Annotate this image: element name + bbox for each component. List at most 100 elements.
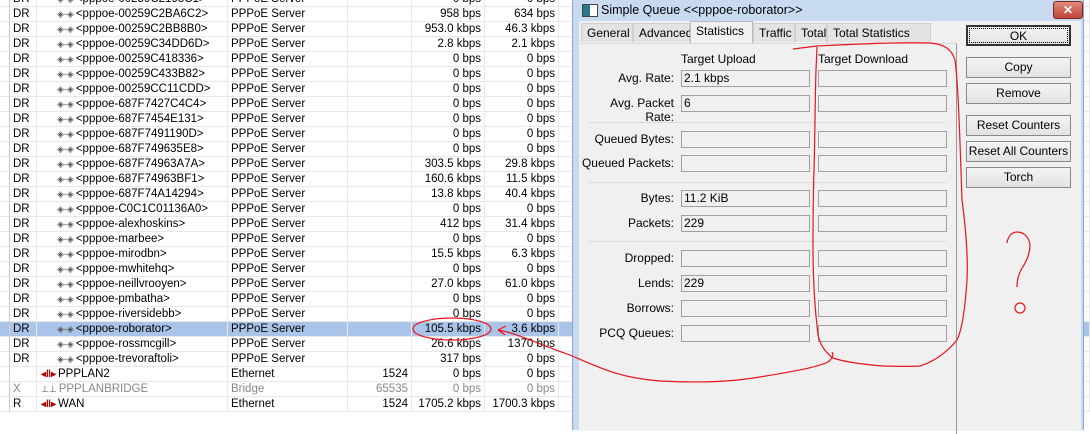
- separator: [589, 182, 946, 183]
- borrows-upload-field[interactable]: [681, 300, 810, 317]
- rx-rate-cell: 0 bps: [485, 142, 559, 157]
- pppoe-icon: ◈-◈: [57, 189, 74, 199]
- rx-rate-cell: 0 bps: [485, 367, 559, 382]
- rx-rate-cell: 0 bps: [485, 292, 559, 307]
- type-cell: PPPoE Server: [228, 22, 348, 37]
- interface-name: <pppoe-neillvrooyen>: [75, 278, 187, 290]
- tab-total-statistics[interactable]: Total Statistics: [827, 23, 931, 42]
- hidden-columns: [1084, 22, 1090, 37]
- name-cell: ◈-◈ <pppoe-687F749635E8>: [37, 142, 228, 157]
- interface-name: <pppoe-687F7427C4C4>: [75, 98, 207, 110]
- mtu-cell: [348, 307, 412, 322]
- type-cell: PPPoE Server: [228, 337, 348, 352]
- torch-button[interactable]: Torch: [966, 167, 1071, 188]
- tab-general[interactable]: General: [581, 23, 633, 42]
- ok-button[interactable]: OK: [966, 25, 1071, 46]
- rx-rate-cell: 0 bps: [485, 97, 559, 112]
- window-icon: [582, 4, 598, 17]
- type-cell: PPPoE Server: [228, 232, 348, 247]
- bytes-download-field[interactable]: [818, 190, 947, 207]
- hidden-columns: [1084, 127, 1090, 142]
- name-cell: ◈-◈ <pppoe-roborator>: [37, 322, 228, 337]
- dialog-body: General Advanced Statistics Traffic Total Tot…: [579, 21, 1081, 434]
- type-cell: PPPoE Server: [228, 157, 348, 172]
- rx-rate-cell: 0 bps: [485, 262, 559, 277]
- title-bar[interactable]: Simple Queue <<pppoe-roborator>> ✕: [573, 0, 1083, 20]
- interface-name: <pppoe-rossmcgill>: [75, 338, 177, 350]
- hidden-columns: [1084, 142, 1090, 157]
- tab-statistics[interactable]: Statistics: [690, 21, 753, 44]
- name-cell: ⊥⊥ PPPLANBRIDGE: [37, 382, 228, 397]
- reset-all-counters-button[interactable]: Reset All Counters: [966, 141, 1071, 162]
- tab-total[interactable]: Total: [795, 23, 827, 42]
- tx-rate-cell: 303.5 kbps: [412, 157, 485, 172]
- tab-traffic[interactable]: Traffic: [753, 23, 795, 42]
- name-cell: ◈-◈ <pppoe-00259C433B82>: [37, 67, 228, 82]
- interface-name: <pppoe-roborator>: [75, 323, 172, 335]
- hidden-columns: [1084, 0, 1090, 7]
- avg-packet-rate-download-field[interactable]: [818, 95, 947, 112]
- name-cell: ◈-◈ <pppoe-00259C2BA6C2>: [37, 7, 228, 22]
- separator: [589, 241, 946, 242]
- mtu-cell: [348, 112, 412, 127]
- queued-bytes-download-field[interactable]: [818, 131, 947, 148]
- flag-cell: [9, 367, 37, 382]
- avg-rate-download-field[interactable]: [818, 70, 947, 87]
- rx-rate-cell: 1370 bps: [485, 337, 559, 352]
- avg-rate-upload-field[interactable]: 2.1 kbps: [681, 70, 810, 87]
- mtu-cell: [348, 262, 412, 277]
- lends-download-field[interactable]: [818, 275, 947, 292]
- flag-cell: DR: [9, 307, 37, 322]
- packets-label: Packets:: [627, 216, 674, 230]
- name-cell: ◂‖▸ PPPLAN2: [37, 367, 228, 382]
- packets-upload-field[interactable]: 229: [681, 215, 810, 232]
- type-cell: PPPoE Server: [228, 202, 348, 217]
- interface-name: PPPLAN2: [58, 368, 110, 380]
- tab-advanced[interactable]: Advanced: [633, 23, 692, 42]
- flag-cell: DR: [9, 337, 37, 352]
- dropped-download-field[interactable]: [818, 250, 947, 267]
- type-cell: PPPoE Server: [228, 127, 348, 142]
- reset-counters-button[interactable]: Reset Counters: [966, 115, 1071, 136]
- packets-download-field[interactable]: [818, 215, 947, 232]
- mtu-cell: [348, 127, 412, 142]
- dropped-upload-field[interactable]: [681, 250, 810, 267]
- copy-button[interactable]: Copy: [966, 57, 1071, 78]
- rx-rate-cell: 31.4 kbps: [485, 217, 559, 232]
- hidden-columns: [1084, 172, 1090, 187]
- flag-cell: DR: [9, 292, 37, 307]
- interface-name: <pppoe-alexhoskins>: [75, 218, 186, 230]
- queued-bytes-upload-field[interactable]: [681, 131, 810, 148]
- queued-packets-download-field[interactable]: [818, 155, 947, 172]
- flag-cell: DR: [9, 232, 37, 247]
- mtu-cell: [348, 0, 412, 7]
- type-cell: PPPoE Server: [228, 187, 348, 202]
- avg-packet-rate-upload-field[interactable]: 6: [681, 95, 810, 112]
- close-button[interactable]: ✕: [1053, 1, 1083, 19]
- tx-rate-cell: 0 bps: [412, 127, 485, 142]
- hidden-columns: [1084, 52, 1090, 67]
- mtu-cell: [348, 142, 412, 157]
- pcq-queues-download-field[interactable]: [818, 325, 947, 342]
- tx-rate-cell: 0 bps: [412, 52, 485, 67]
- flag-cell: DR: [9, 112, 37, 127]
- hidden-columns: [1084, 337, 1090, 352]
- type-cell: PPPoE Server: [228, 82, 348, 97]
- bytes-upload-field[interactable]: 11.2 KiB: [681, 190, 810, 207]
- flag-cell: DR: [9, 7, 37, 22]
- ethernet-icon: ◂‖▸: [41, 399, 57, 410]
- pcq-queues-upload-field[interactable]: [681, 325, 810, 342]
- name-cell: ◈-◈ <pppoe-687F7454E131>: [37, 112, 228, 127]
- remove-button[interactable]: Remove: [966, 83, 1071, 104]
- pppoe-icon: ◈-◈: [57, 114, 74, 124]
- pcq-queues-label: PCQ Queues:: [599, 326, 674, 340]
- queued-bytes-label: Queued Bytes:: [594, 132, 674, 146]
- pppoe-icon: ◈-◈: [57, 339, 74, 349]
- borrows-download-field[interactable]: [818, 300, 947, 317]
- queued-packets-upload-field[interactable]: [681, 155, 810, 172]
- rx-rate-cell: 0 bps: [485, 307, 559, 322]
- mtu-cell: [348, 292, 412, 307]
- lends-upload-field[interactable]: 229: [681, 275, 810, 292]
- type-cell: PPPoE Server: [228, 52, 348, 67]
- interface-name: <pppoe-00259C433B82>: [75, 68, 206, 80]
